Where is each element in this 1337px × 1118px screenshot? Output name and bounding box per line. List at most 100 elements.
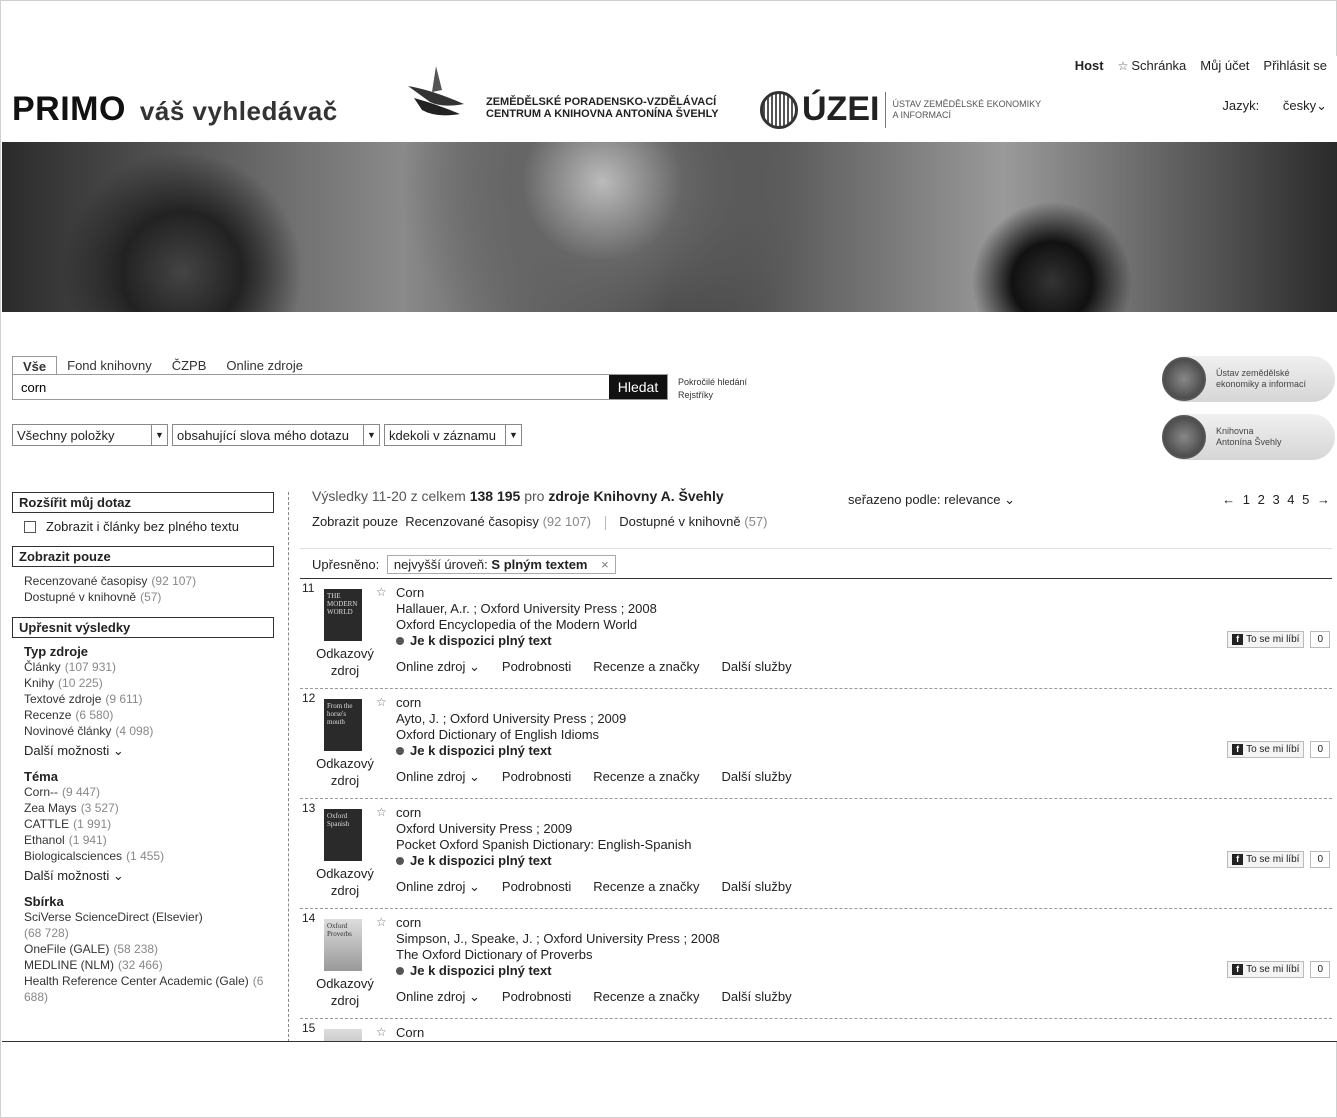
page-numbers[interactable]: 1 2 3 4 5 bbox=[1243, 492, 1312, 507]
match-type-value: obsahující slova mého dotazu bbox=[177, 427, 349, 443]
book-cover-thumbnail[interactable]: Oxford Spanish bbox=[324, 809, 362, 861]
more-services-tab[interactable]: Další služby bbox=[722, 769, 792, 785]
arrow-right-icon[interactable]: → bbox=[1317, 492, 1332, 507]
facet-collection-item[interactable]: OneFile (GALE) (58 238) bbox=[12, 941, 274, 957]
facet-type-item[interactable]: Knihy (10 225) bbox=[12, 675, 274, 691]
record-title[interactable]: Corn bbox=[396, 1025, 424, 1041]
facet-type-item[interactable]: Články (107 931) bbox=[12, 659, 274, 675]
record-authors: Ayto, J. ; Oxford University Press ; 200… bbox=[396, 711, 627, 726]
tab-library-holdings[interactable]: Fond knihovny bbox=[57, 356, 162, 376]
online-source-tab[interactable]: Online zdroj ⌄ bbox=[396, 659, 480, 675]
sort-label: seřazeno podle: bbox=[848, 492, 941, 507]
search-button[interactable]: Hledat bbox=[609, 375, 667, 399]
book-cover-thumbnail[interactable] bbox=[324, 1029, 362, 1041]
sort-value: relevance bbox=[944, 492, 1001, 507]
facet-available-in-library[interactable]: Dostupné v knihovně (57) bbox=[12, 589, 274, 605]
more-services-tab[interactable]: Další služby bbox=[722, 989, 792, 1005]
more-options-label: Další možnosti bbox=[24, 868, 110, 883]
include-no-fulltext-checkbox[interactable]: Zobrazit i články bez plného textu bbox=[12, 519, 274, 534]
match-type-select[interactable]: obsahující slova mého dotazu ▼ bbox=[172, 424, 380, 446]
star-icon[interactable]: ☆ bbox=[376, 805, 387, 819]
facet-collection-item[interactable]: SciVerse ScienceDirect (Elsevier) (68 728… bbox=[12, 909, 274, 941]
facebook-like-button[interactable]: f To se mi líbí bbox=[1227, 741, 1305, 758]
clipboard-link[interactable]: ☆ Schránka bbox=[1118, 58, 1187, 73]
facet-type-item[interactable]: Textové zdroje (9 611) bbox=[12, 691, 274, 707]
record-title[interactable]: corn bbox=[396, 915, 720, 931]
item-type-select[interactable]: Všechny položky ▼ bbox=[12, 424, 168, 446]
uzei-badge-link[interactable]: Ústav zemědělské ekonomiky a informací bbox=[1162, 356, 1335, 402]
fulltext-label: Je k dispozici plný text bbox=[410, 633, 552, 648]
tab-czpb[interactable]: ČZPB bbox=[162, 356, 217, 376]
details-tab[interactable]: Podrobnosti bbox=[502, 769, 571, 785]
primo-logo-text: PRIMO bbox=[12, 90, 126, 128]
reviews-tags-tab[interactable]: Recenze a značky bbox=[593, 879, 699, 895]
account-link[interactable]: Můj účet bbox=[1200, 58, 1249, 73]
like-label: To se mi líbí bbox=[1246, 964, 1300, 975]
facet-type-item[interactable]: Novinové články (4 098) bbox=[12, 723, 274, 739]
details-tab[interactable]: Podrobnosti bbox=[502, 659, 571, 675]
more-services-tab[interactable]: Další služby bbox=[722, 879, 792, 895]
tab-all[interactable]: Vše bbox=[12, 356, 58, 376]
star-icon[interactable]: ☆ bbox=[376, 1025, 387, 1039]
facet-count: (6 580) bbox=[75, 708, 114, 722]
record-title[interactable]: Corn bbox=[396, 585, 657, 601]
online-source-tab[interactable]: Online zdroj ⌄ bbox=[396, 769, 480, 785]
like-count: 0 bbox=[1310, 631, 1330, 648]
uzei-emblem-icon bbox=[760, 90, 798, 129]
more-options-link[interactable]: Další možnosti ⌄ bbox=[12, 868, 274, 884]
show-reviewed-link[interactable]: Recenzované časopisy (92 107) bbox=[405, 514, 591, 529]
record-body: corn Ayto, J. ; Oxford University Press … bbox=[396, 695, 626, 759]
arrow-left-icon[interactable]: ← bbox=[1222, 492, 1237, 507]
star-icon[interactable]: ☆ bbox=[376, 695, 387, 709]
online-source-tab[interactable]: Online zdroj ⌄ bbox=[396, 989, 480, 1005]
book-cover-thumbnail[interactable]: Oxford Proverbs bbox=[324, 919, 362, 971]
record-title[interactable]: corn bbox=[396, 805, 692, 821]
language-selector[interactable]: Jazyk: česky⌄ bbox=[1222, 98, 1327, 114]
details-tab[interactable]: Podrobnosti bbox=[502, 879, 571, 895]
star-icon[interactable]: ☆ bbox=[376, 585, 387, 599]
facet-topic-item[interactable]: Biologicalsciences (1 455) bbox=[12, 848, 274, 864]
book-cover-thumbnail[interactable]: From the horse's mouth bbox=[324, 699, 362, 751]
facet-collection-item[interactable]: MEDLINE (NLM) (32 466) bbox=[12, 957, 274, 973]
indexes-link[interactable]: Rejstříky bbox=[678, 389, 747, 402]
primo-logo[interactable]: PRIMO váš vyhledávač bbox=[12, 90, 338, 129]
facet-topic-item[interactable]: Ethanol (1 941) bbox=[12, 832, 274, 848]
facet-reviewed-journals[interactable]: Recenzované časopisy (92 107) bbox=[12, 573, 274, 589]
close-icon[interactable]: × bbox=[601, 557, 609, 572]
library-badge-link[interactable]: Knihovna Antonína Švehly bbox=[1162, 414, 1335, 460]
facet-count: (92 107) bbox=[151, 574, 197, 588]
star-icon[interactable]: ☆ bbox=[376, 915, 387, 929]
facebook-like-button[interactable]: f To se mi líbí bbox=[1227, 631, 1305, 648]
cover-title: Oxford Spanish bbox=[327, 812, 350, 828]
login-link[interactable]: Přihlásit se bbox=[1263, 58, 1327, 73]
facet-count: (10 225) bbox=[58, 676, 103, 690]
facet-type-item[interactable]: Recenze (6 580) bbox=[12, 707, 274, 723]
show-available-link[interactable]: Dostupné v knihovně (57) bbox=[619, 514, 767, 529]
book-cover-thumbnail[interactable]: THE MODERN WORLD bbox=[324, 589, 362, 641]
facet-topic-item[interactable]: Corn-- (9 447) bbox=[12, 784, 274, 800]
advanced-search-link[interactable]: Pokročilé hledání bbox=[678, 376, 747, 389]
language-label: Jazyk: bbox=[1222, 98, 1260, 113]
facet-topic-item[interactable]: CATTLE (1 991) bbox=[12, 816, 274, 832]
facebook-like-button[interactable]: f To se mi líbí bbox=[1227, 961, 1305, 978]
facet-topic-item[interactable]: Zea Mays (3 527) bbox=[12, 800, 274, 816]
fulltext-label: Je k dispozici plný text bbox=[410, 743, 552, 758]
facet-collection-item[interactable]: Health Reference Center Academic (Gale)(… bbox=[12, 973, 274, 1005]
facet-label: Novinové články bbox=[24, 724, 112, 738]
more-services-tab[interactable]: Další služby bbox=[722, 659, 792, 675]
uzei-line2: A INFORMACÍ bbox=[892, 109, 951, 120]
like-count: 0 bbox=[1310, 851, 1330, 868]
reviews-tags-tab[interactable]: Recenze a značky bbox=[593, 769, 699, 785]
record-title[interactable]: corn bbox=[396, 695, 626, 711]
online-source-tab[interactable]: Online zdroj ⌄ bbox=[396, 879, 480, 895]
sort-selector[interactable]: seřazeno podle: relevance ⌄ bbox=[848, 492, 1015, 508]
facet-label: Textové zdroje bbox=[24, 692, 102, 706]
tab-online-sources[interactable]: Online zdroje bbox=[216, 356, 313, 376]
details-tab[interactable]: Podrobnosti bbox=[502, 989, 571, 1005]
reviews-tags-tab[interactable]: Recenze a značky bbox=[593, 989, 699, 1005]
reviews-tags-tab[interactable]: Recenze a značky bbox=[593, 659, 699, 675]
field-select[interactable]: kdekoli v záznamu ▼ bbox=[384, 424, 522, 446]
facebook-like-button[interactable]: f To se mi líbí bbox=[1227, 851, 1305, 868]
search-input[interactable] bbox=[13, 375, 609, 399]
more-options-link[interactable]: Další možnosti ⌄ bbox=[12, 743, 274, 759]
